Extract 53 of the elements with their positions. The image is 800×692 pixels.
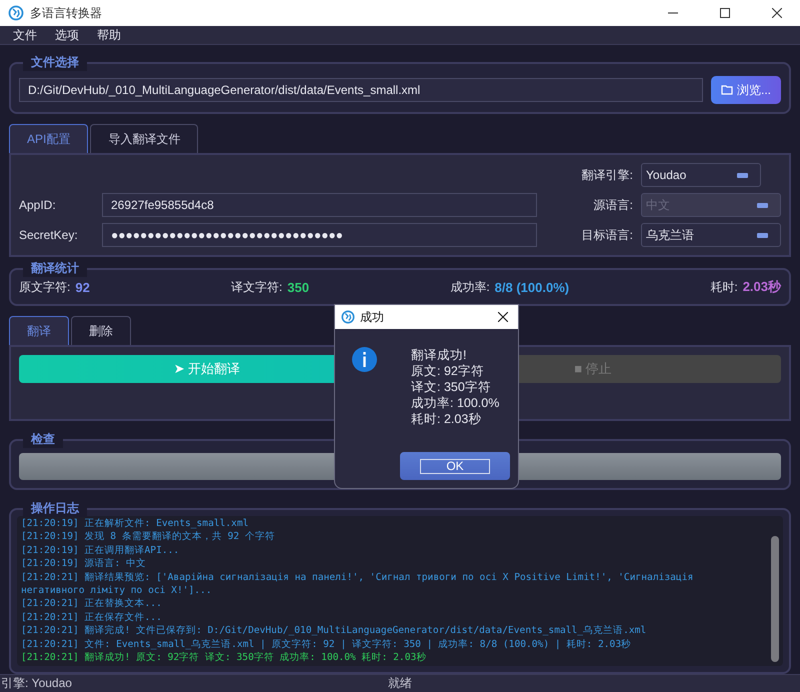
- file-path-field[interactable]: D:/Git/DevHub/_010_MultiLanguageGenerator/dist/data/Events_small.xml: [19, 78, 703, 102]
- stat-label: 成功率:: [450, 278, 490, 296]
- dialog-title: 成功: [360, 308, 385, 326]
- field-label: 目标语言:: [580, 226, 633, 244]
- stat-value: 2.03秒: [742, 278, 781, 296]
- maximize-icon: [720, 8, 730, 18]
- stat-value: 350: [287, 280, 310, 294]
- field-label: SecretKey:: [19, 228, 79, 242]
- menu-item[interactable]: 选项: [46, 26, 88, 44]
- log-line: [21:20:19] 发现 8 条需要翻译的文本，共 92 个字符: [21, 530, 276, 544]
- log-line: [21:20:21] 正在替换文本...: [21, 597, 163, 611]
- group-title: 翻译统计: [23, 260, 87, 277]
- log-line: [21:20:19] 正在调用翻译API...: [21, 544, 180, 558]
- app-logo-icon: [341, 310, 355, 324]
- ok-button[interactable]: OK: [400, 452, 510, 480]
- stat-value: 92: [75, 280, 90, 294]
- field-label: AppID:: [19, 198, 57, 212]
- field-label: 源语言:: [592, 196, 633, 214]
- close-icon: [772, 8, 782, 18]
- stat-label: 原文字符:: [19, 278, 70, 296]
- menu-item[interactable]: 文件: [4, 26, 46, 44]
- dropdown[interactable]: 乌克兰语: [641, 223, 781, 247]
- input-field[interactable]: 26927fe95855d4c8: [102, 193, 537, 217]
- field-label: 翻译引擎:: [580, 166, 633, 184]
- group-title: 文件选择: [23, 54, 87, 71]
- close-icon: [498, 312, 508, 322]
- stat-label: 译文字符:: [231, 278, 282, 296]
- window-title: 多语言转换器: [30, 4, 103, 22]
- group-title: 检查: [23, 431, 63, 448]
- stat-label: 耗时:: [710, 278, 738, 296]
- app-logo-icon: [8, 5, 24, 21]
- group-title: 操作日志: [23, 500, 87, 517]
- log-line: [21:20:19] 正在解析文件: Events_small.xml: [21, 517, 250, 530]
- log-line: [21:20:21] 正在保存文件...: [21, 610, 163, 624]
- status-text: 引擎: Youdao: [1, 675, 72, 692]
- dropdown[interactable]: Youdao: [641, 163, 761, 187]
- log-line: [21:20:21] 翻译结果预览: ['Аварійна сигналізація на панелі!', 'Сигнал тривоги по осі X Positive Limit!', 'Сигналізація негативного ліміту по осі X!']...: [21, 570, 694, 598]
- info-icon: [352, 347, 377, 372]
- input-field[interactable]: ●●●●●●●●●●●●●●●●●●●●●●●●●●●●●●●●: [102, 223, 537, 247]
- log-line: [21:20:19] 源语言: 中文: [21, 557, 148, 571]
- browse-button[interactable]: 浏览...: [710, 76, 781, 104]
- status-text: 就绪: [388, 675, 412, 692]
- stat-value: 8/8 (100.0%): [494, 280, 570, 294]
- log-line: [21:20:21] 翻译成功! 原文: 92字符 译文: 350字符 成功率: 100.0% 耗时: 2.03秒: [21, 651, 428, 664]
- log-line: [21:20:21] 文件: Events_small_乌克兰语.xml | 原文字符: 92 | 译文字符: 350 | 成功率: 8/8 (100.0%) | 耗时: 2.03秒: [21, 638, 632, 652]
- tab[interactable]: API配置: [9, 124, 88, 153]
- scrollbar[interactable]: [771, 536, 779, 662]
- folder-icon: [720, 85, 733, 95]
- menu-item[interactable]: 帮助: [88, 26, 130, 44]
- log-line: [21:20:21] 翻译完成! 文件已保存到: D:/Git/DevHub/_010_MultiLanguageGenerator/dist/data/Events_small_乌克兰语.xml: [21, 624, 648, 638]
- tab[interactable]: 翻译: [9, 316, 69, 345]
- tab[interactable]: 导入翻译文件: [90, 124, 198, 153]
- tab[interactable]: 删除: [71, 316, 131, 345]
